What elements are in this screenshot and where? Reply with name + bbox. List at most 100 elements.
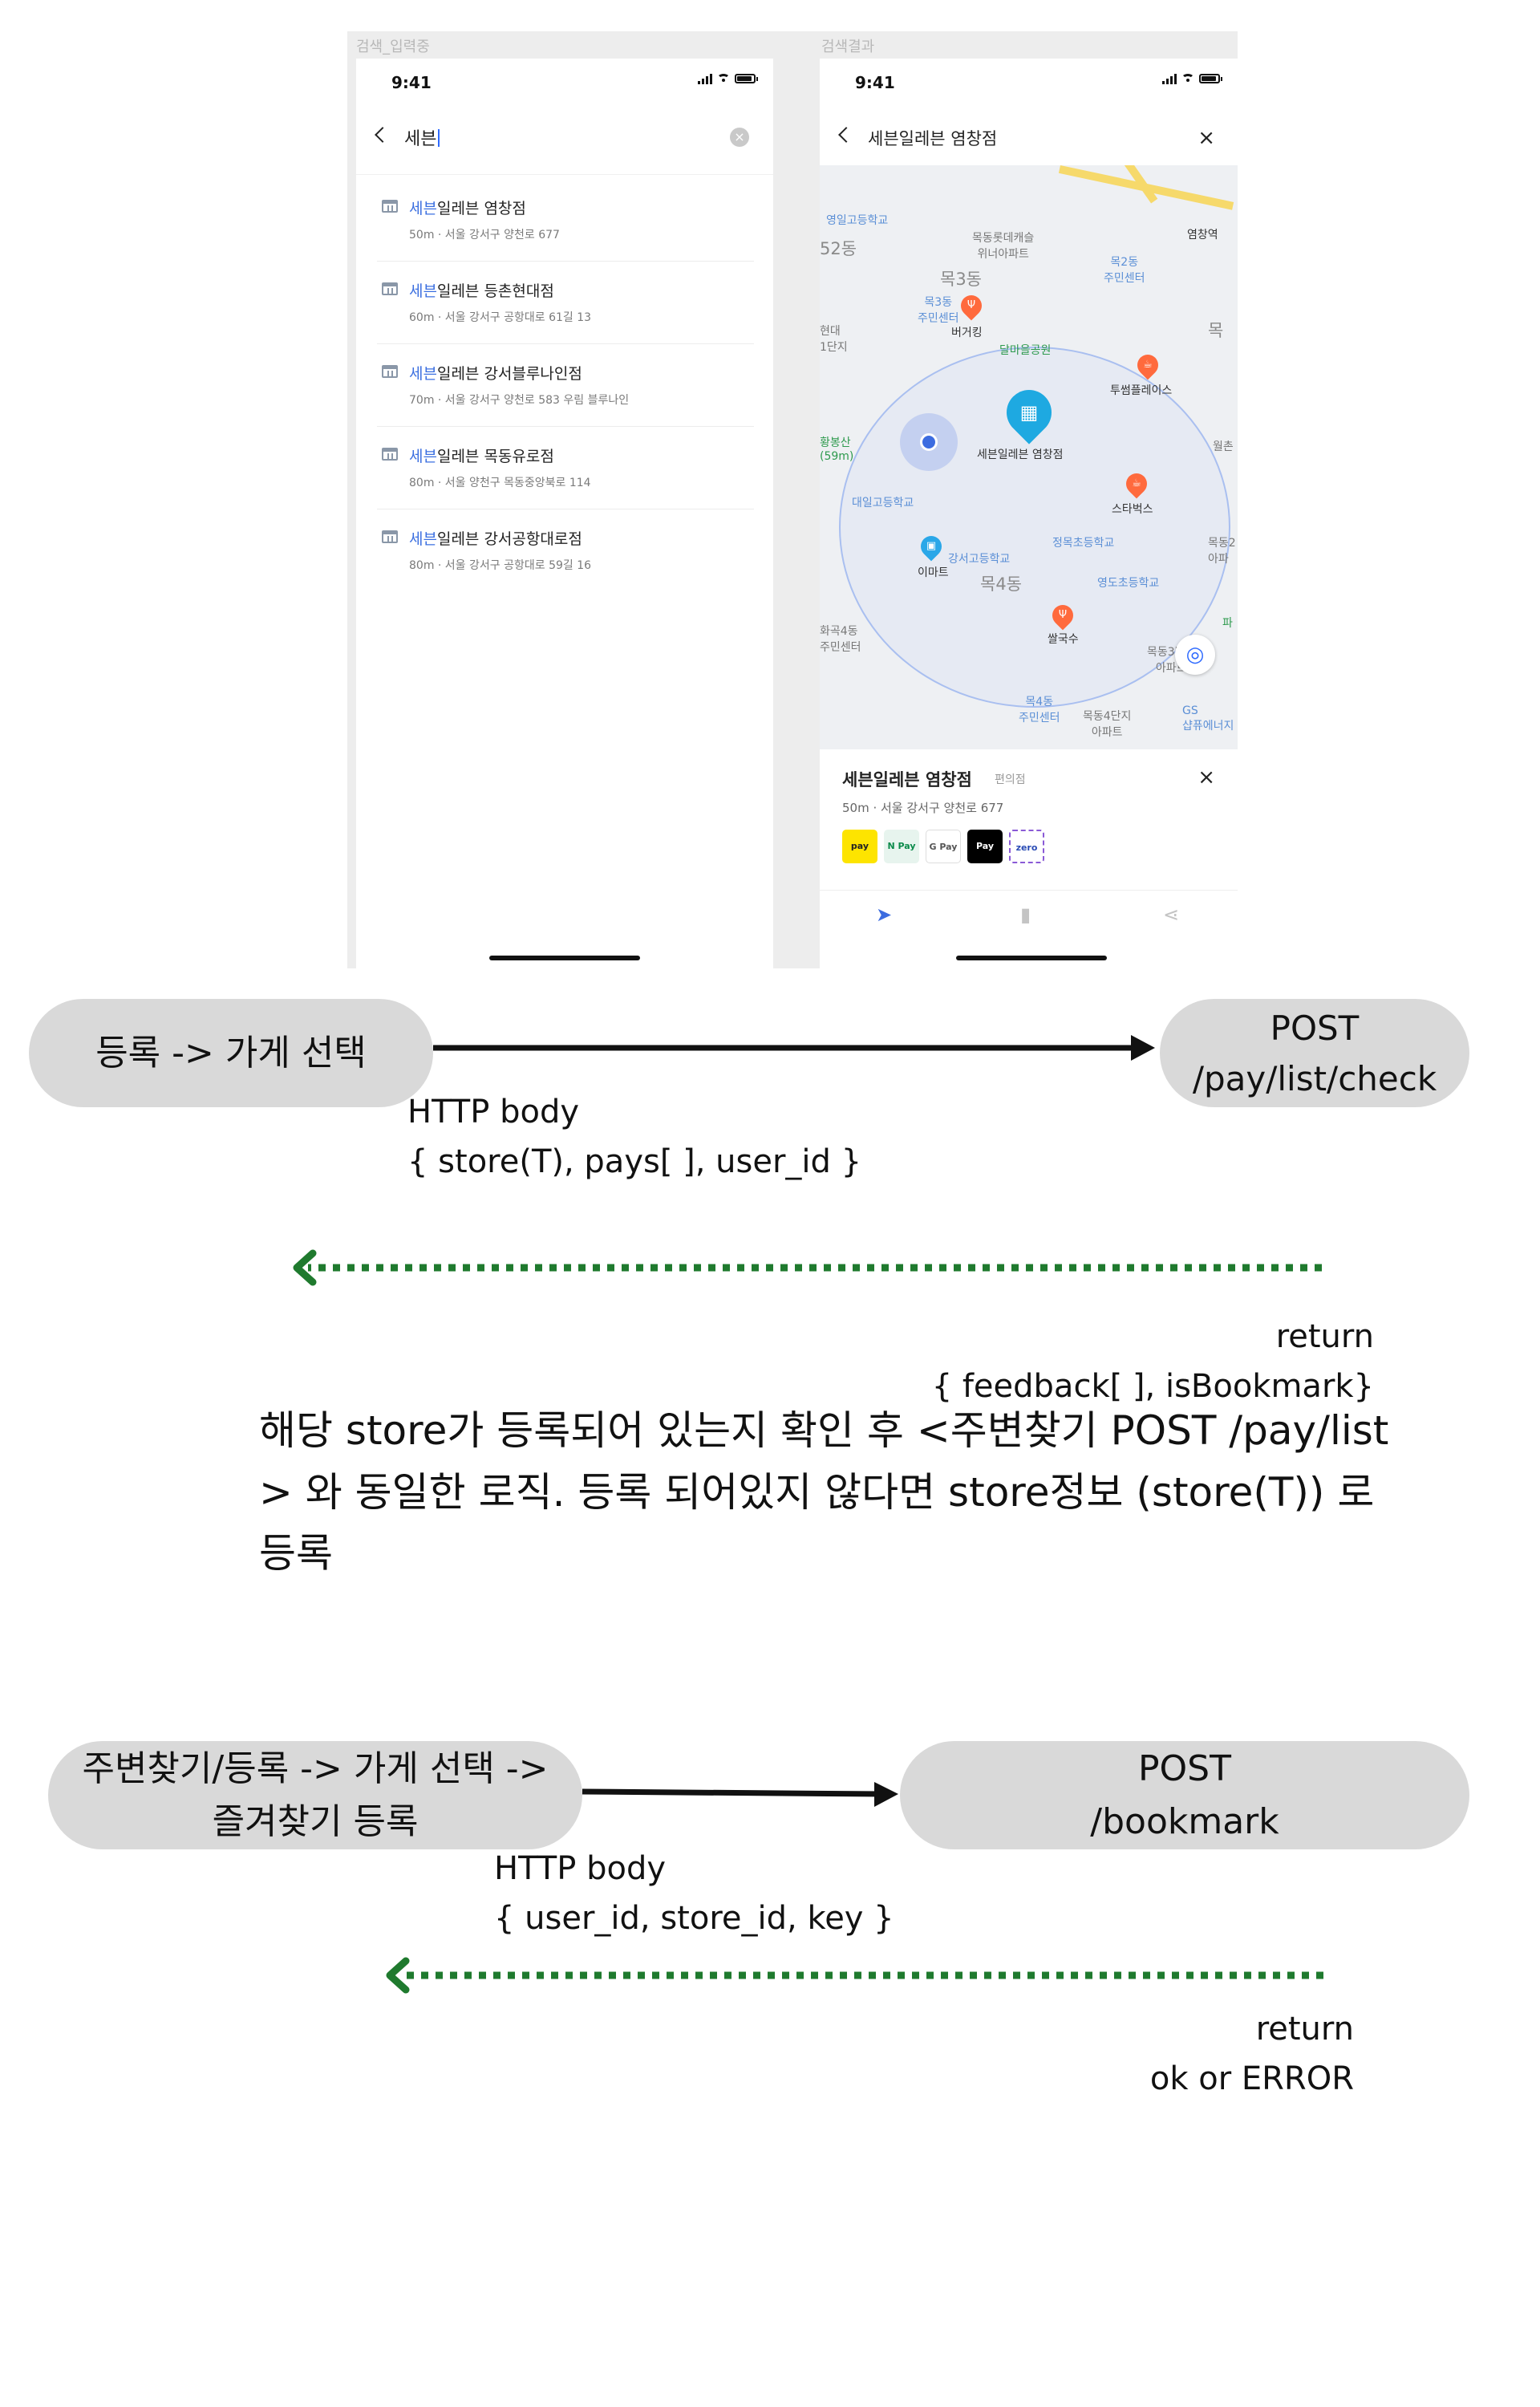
store-icon [382,200,398,213]
map-label: 목4동 주민센터 [1019,696,1060,725]
result-address: 80m · 서울 양천구 목동중앙북로 114 [409,477,591,489]
store-bottom-sheet: 세븐일레븐 염창점 편의점 × 50m · 서울 강서구 양천로 677 pay… [820,749,1238,968]
result-name-rest: 일레븐 강서공항대로점 [436,530,582,548]
map-label: 목동2 아파 [1208,537,1236,566]
close-icon[interactable]: × [1198,128,1215,148]
sheet-store-address: 50m · 서울 강서구 양천로 677 [842,801,1004,815]
result-name-rest: 일레븐 강서블루나인점 [436,365,582,383]
result-name: 세븐일레븐 강서공항대로점 [409,527,754,549]
sheet-action-bar: ➤ ▮ ⋖ [820,890,1238,938]
applepay-badge[interactable]: Pay [967,830,1003,863]
payment-method-list: pay N Pay G Pay Pay zero [842,830,1044,863]
search-input[interactable]: 세븐 [404,124,440,150]
result-highlight: 세븐 [409,282,437,300]
search-query: 세븐 [404,129,437,149]
cafe-pin-icon[interactable]: ☕ [1121,469,1152,499]
share-icon[interactable]: ⋖ [1163,903,1179,926]
map-label: 영도초등학교 [1097,577,1160,590]
phone-screen-search-typing: 9:41 세븐 × 세븐일레븐 염창점 50m · 서울 강서구 양천로 677… [356,59,773,968]
my-location-button[interactable]: ◎ [1175,635,1215,675]
list-item[interactable]: 세븐일레븐 등촌현대점 60m · 서울 강서구 공항대로 61길 13 [377,262,754,344]
battery-icon [735,74,758,83]
mart-pin-icon[interactable]: ▣ [916,531,946,562]
current-location-dot [900,413,958,471]
map-label: 영일고등학교 [826,214,889,227]
map-label: 정목초등학교 [1052,537,1115,550]
result-highlight: 세븐 [409,365,437,383]
zeropay-badge[interactable]: zero [1009,830,1044,863]
list-item[interactable]: 세븐일레븐 강서블루나인점 70m · 서울 강서구 양천로 583 우림 블루… [377,344,754,427]
flow1-description: 해당 store가 등록되어 있는지 확인 후 <주변찾기 POST /pay/… [259,1407,1389,1577]
map-label: 목2동 주민센터 [1104,256,1145,285]
flow2-request-label: HTTP body { user_id, store_id, key } [494,1850,894,1937]
result-highlight: 세븐 [409,448,437,465]
signal-icon [698,73,712,84]
map-label: 월촌 [1213,440,1234,453]
store-icon [382,282,398,295]
map-label: 황봉산 (59m) [820,436,854,463]
flow2-target-node: POST /bookmark [900,1741,1469,1849]
result-address: 70m · 서울 강서구 양천로 583 우림 블루나인 [409,394,630,407]
sheet-close-icon[interactable]: × [1198,767,1215,788]
map-label: 목3동 주민센터 [918,296,959,325]
result-address: 60m · 서울 강서구 공항대로 61길 13 [409,311,592,324]
cafe-pin-icon[interactable]: ☕ [1133,350,1163,380]
back-arrow-icon[interactable] [375,127,391,143]
clear-search-icon[interactable]: × [730,128,749,147]
text-caret [438,129,440,147]
flow2-response-label: return ok or ERROR [1149,2011,1354,2097]
restaurant-pin-icon[interactable]: Ψ [1048,600,1078,631]
map-label: 목동4단지 아파트 [1083,710,1132,739]
wifi-icon [717,74,730,83]
wifi-icon [1181,74,1194,83]
result-name: 세븐일레븐 목동유로점 [409,444,754,466]
map-label: 목 [1208,321,1224,340]
map-label: 투썸플레이스 [1110,384,1173,397]
sheet-store-category: 편의점 [995,773,1026,786]
home-indicator [956,956,1107,960]
list-item[interactable]: 세븐일레븐 염창점 50m · 서울 강서구 양천로 677 [377,179,754,262]
flow1-request-label: HTTP body { store(T), pays[ ], user_id } [407,1094,862,1180]
sheet-store-name: 세븐일레븐 염창점 [842,770,972,789]
home-indicator [489,956,640,960]
map-label: 쌀국수 [1048,633,1079,646]
signal-icon [1162,73,1177,84]
map-label: 세븐일레븐 염창점 [977,449,1064,461]
list-item[interactable]: 세븐일레븐 목동유로점 80m · 서울 양천구 목동중앙북로 114 [377,427,754,509]
result-name-rest: 일레븐 목동유로점 [436,448,554,465]
naverpay-badge[interactable]: N Pay [884,830,919,863]
result-name: 세븐일레븐 강서블루나인점 [409,362,754,384]
selected-store-pin-icon[interactable]: ▦ [997,380,1061,444]
back-arrow-icon[interactable] [838,127,854,143]
map-label: 목4동 [980,574,1023,594]
status-bar: 9:41 [356,59,773,107]
screen2-label: 검색결과 [821,39,875,55]
googlepay-badge[interactable]: G Pay [926,830,961,863]
list-item[interactable]: 세븐일레븐 강서공항대로점 80m · 서울 강서구 공항대로 59길 16 [377,509,754,592]
map-label: GS 샵퓨에너지 [1182,704,1234,733]
result-highlight: 세븐 [409,200,437,217]
map-label: 달마을공원 [999,344,1052,357]
result-address: 50m · 서울 강서구 양천로 677 [409,229,560,242]
result-name: 세븐일레븐 염창점 [409,197,754,218]
result-title: 세븐일레븐 염창점 [868,129,998,148]
map-label: 현대 1단지 [820,325,848,354]
map-label: 이마트 [918,566,949,579]
result-name-rest: 일레븐 염창점 [436,200,526,217]
result-address: 80m · 서울 강서구 공항대로 59길 16 [409,559,592,572]
bookmark-icon[interactable]: ▮ [1020,903,1031,926]
kakaopay-badge[interactable]: pay [842,830,877,863]
flow1-response-label: return { feedback[ ], isBookmark} [931,1318,1374,1405]
flow1-response-arrow [293,1249,1322,1286]
status-icons [698,73,758,84]
flow2-request-arrow [582,1782,898,1807]
map-label: 목3동 [940,270,983,289]
map-view[interactable]: 영일고등학교 52동 목동롯데캐슬 위너아파트 목2동 주민센터 염창역 목3동… [820,165,1238,749]
screen1-label: 검색_입력중 [356,39,430,55]
restaurant-pin-icon[interactable]: Ψ [956,290,987,321]
flow2-target-label: POST /bookmark [1090,1747,1279,1842]
navigate-icon[interactable]: ➤ [876,903,892,926]
flow1-target-node: POST /pay/list/check [1160,999,1469,1107]
result-name: 세븐일레븐 등촌현대점 [409,279,754,301]
flow1-target-label: POST /pay/list/check [1192,1008,1437,1098]
